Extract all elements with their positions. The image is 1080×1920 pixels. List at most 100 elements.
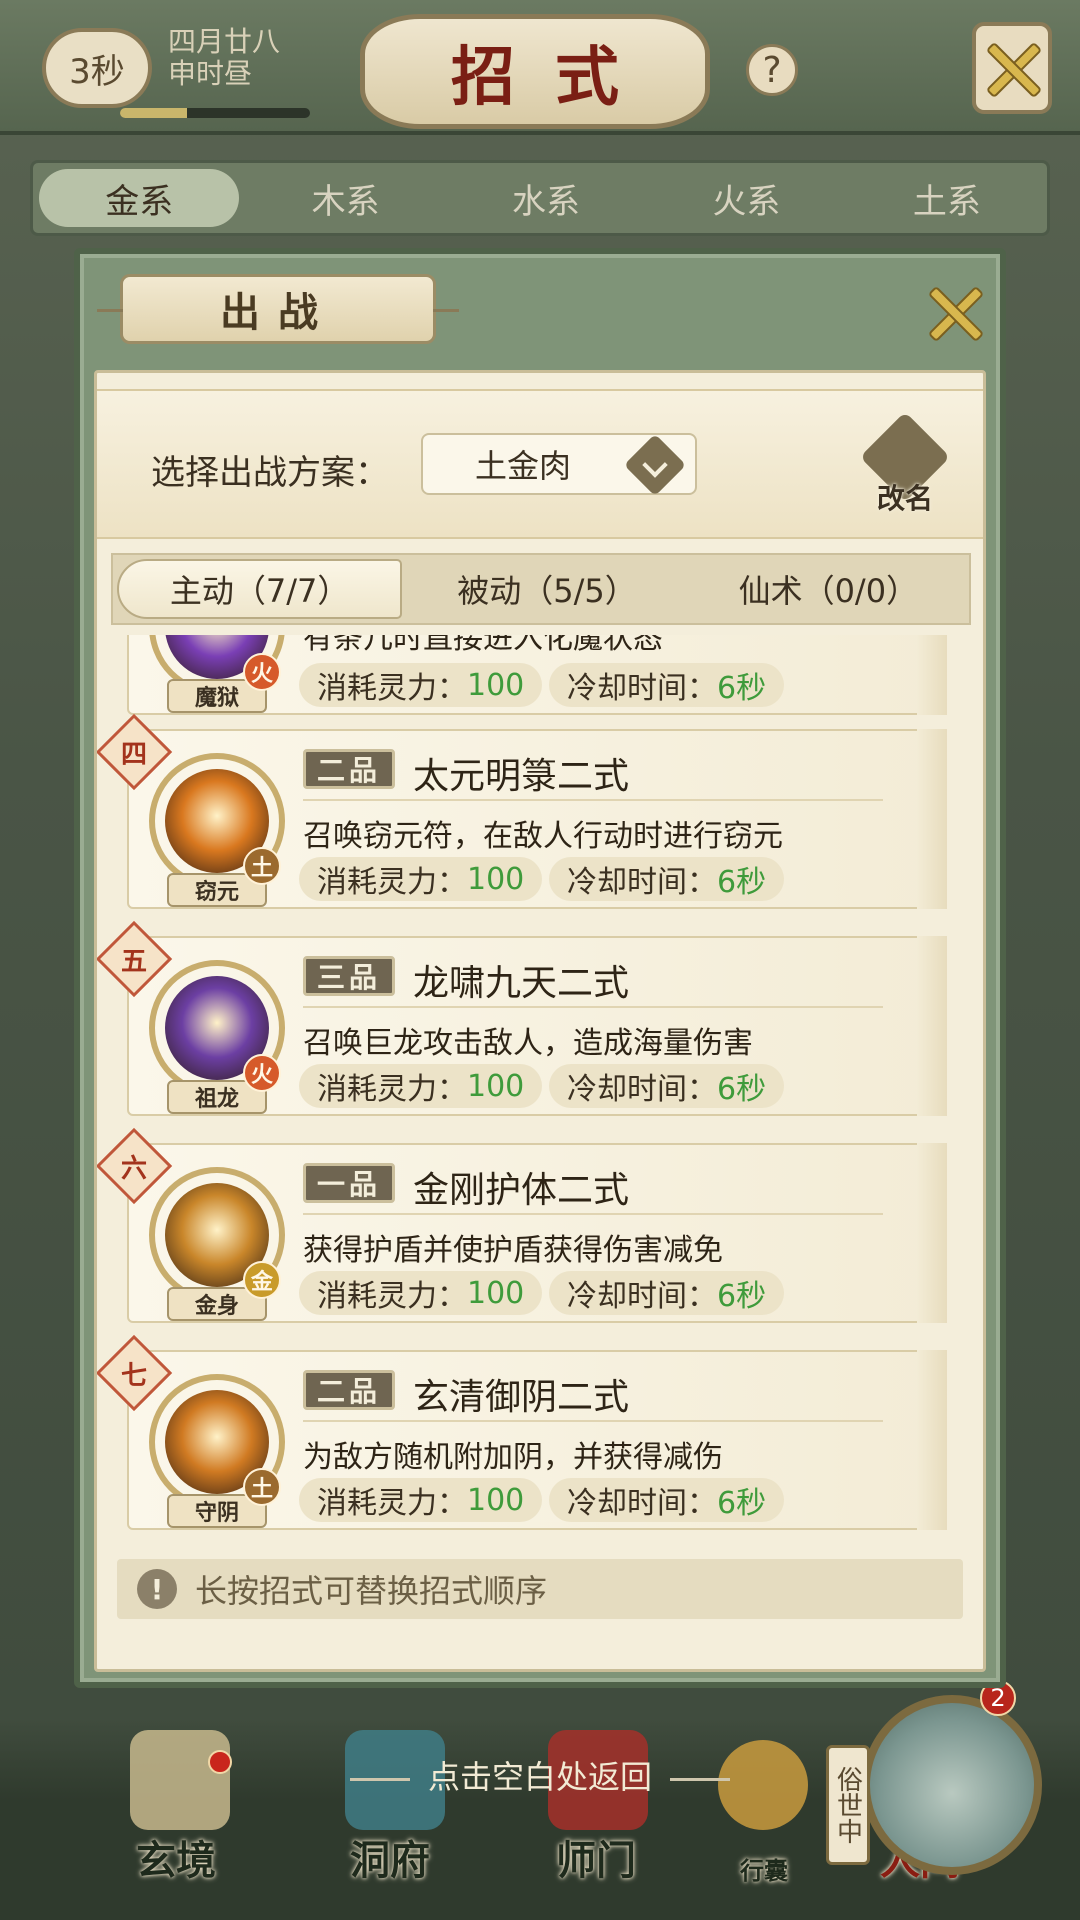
- cost-stat: 消耗灵力： 100: [299, 857, 543, 901]
- tab-fire[interactable]: 火系: [646, 163, 846, 233]
- mode-tabs: 主动（7/7） 被动（5/5） 仙术（0/0）: [111, 553, 971, 625]
- cost-value: 100: [467, 861, 525, 897]
- page-close-button[interactable]: [972, 22, 1052, 114]
- skill-description: 获得护盾并使护盾获得伤害减免: [303, 1233, 723, 1268]
- grade-tag: 二品: [303, 749, 395, 789]
- help-button[interactable]: ?: [746, 44, 798, 96]
- order-badge: 七: [97, 1334, 173, 1412]
- skill-card[interactable]: 五 祖龙 火 三品 龙啸九天二式 召唤巨龙攻击敌人，造成海量伤害 消耗灵力： 10…: [97, 920, 947, 1116]
- return-hint-text: 点击空白处返回: [427, 1758, 652, 1796]
- cooldown-value: 6秒: [717, 865, 767, 900]
- cooldown-label: 冷却时间：: [567, 671, 717, 706]
- divider-left: [349, 1777, 410, 1781]
- date-display: 四月廿八 申时昼: [168, 26, 280, 90]
- skill-card[interactable]: 魔狱 火 有条几时直接进入化魔状态 消耗灵力： 100 冷却时间： 6秒: [127, 635, 947, 715]
- deploy-dialog: 出战 选择出战方案： 土金肉 改名 主动（7/7） 被动（5/5） 仙术（0/0…: [74, 248, 1006, 1688]
- page-title: 招式: [360, 14, 710, 129]
- tab-wood[interactable]: 木系: [245, 163, 445, 233]
- cooldown-label: 冷却时间：: [567, 865, 717, 900]
- cost-stat: 消耗灵力： 100: [299, 1064, 543, 1108]
- cost-label: 消耗灵力：: [317, 865, 467, 900]
- element-badge: 土: [243, 847, 281, 885]
- hint-text: 长按招式可替换招式顺序: [195, 1572, 548, 1610]
- divider: [303, 1213, 883, 1215]
- timer-badge: 3秒: [42, 28, 152, 108]
- cooldown-stat: 冷却时间： 6秒: [549, 857, 785, 901]
- dialog-close-button[interactable]: [916, 274, 992, 350]
- skill-description: 有条几时直接进入化魔状态: [303, 635, 663, 656]
- close-icon: [984, 40, 1040, 96]
- info-icon: !: [137, 1569, 177, 1609]
- cost-stat: 消耗灵力： 100: [299, 1478, 543, 1522]
- scheme-bar: 选择出战方案： 土金肉 改名: [97, 389, 983, 539]
- divider: [303, 799, 883, 801]
- cooldown-label: 冷却时间：: [567, 1486, 717, 1521]
- order-number: 四: [120, 739, 147, 770]
- skill-card[interactable]: 四 窃元 土 二品 太元明箓二式 召唤窃元符，在敌人行动时进行窃元 消耗灵力： 1…: [97, 713, 947, 909]
- cost-label: 消耗灵力：: [317, 671, 467, 706]
- skill-name: 龙啸九天二式: [413, 963, 630, 1004]
- rename-label: 改名: [876, 482, 933, 515]
- scheme-selected-value: 土金肉: [475, 447, 572, 485]
- skill-description: 召唤窃元符，在敌人行动时进行窃元: [303, 819, 783, 854]
- cooldown-value: 6秒: [717, 1279, 767, 1314]
- skill-name: 太元明箓二式: [413, 756, 630, 797]
- skill-description: 召唤巨龙攻击敌人，造成海量伤害: [303, 1026, 753, 1061]
- rename-button[interactable]: 改名: [855, 411, 955, 517]
- cost-label: 消耗灵力：: [317, 1279, 467, 1314]
- cost-value: 100: [467, 667, 525, 703]
- cost-value: 100: [467, 1482, 525, 1518]
- tab-earth[interactable]: 土系: [847, 163, 1047, 233]
- cooldown-stat: 冷却时间： 6秒: [549, 1271, 785, 1315]
- cost-stat: 消耗灵力： 100: [299, 663, 543, 707]
- skill-card[interactable]: 六 金身 金 一品 金刚护体二式 获得护盾并使护盾获得伤害减免 消耗灵力： 100…: [97, 1127, 947, 1323]
- cost-value: 100: [467, 1275, 525, 1311]
- order-badge: 五: [97, 920, 173, 998]
- order-number: 五: [120, 946, 147, 977]
- return-hint[interactable]: 点击空白处返回: [0, 1752, 1080, 1798]
- chevron-down-icon: [623, 433, 687, 497]
- grade-tag: 二品: [303, 1370, 395, 1410]
- element-badge: 火: [243, 653, 281, 691]
- cost-label: 消耗灵力：: [317, 1072, 467, 1107]
- order-number: 六: [120, 1153, 147, 1184]
- divider: [303, 1420, 883, 1422]
- cooldown-stat: 冷却时间： 6秒: [549, 1064, 785, 1108]
- divider-right: [670, 1777, 730, 1781]
- tab-passive-skills[interactable]: 被动（5/5）: [406, 555, 687, 623]
- cost-stat: 消耗灵力： 100: [299, 1271, 543, 1315]
- skill-card[interactable]: 七 守阴 土 二品 玄清御阴二式 为敌方随机附加阴，并获得减伤 消耗灵力： 100…: [97, 1334, 947, 1530]
- skill-description: 为敌方随机附加阴，并获得减伤: [303, 1440, 723, 1475]
- nav-xuanjing[interactable]: 玄境: [136, 1828, 216, 1886]
- scheme-dropdown[interactable]: 土金肉: [421, 433, 697, 497]
- cooldown-value: 6秒: [717, 671, 767, 706]
- cost-value: 100: [467, 1068, 525, 1104]
- divider: [303, 1006, 883, 1008]
- date-line-2: 申时昼: [168, 57, 253, 90]
- skill-list[interactable]: 魔狱 火 有条几时直接进入化魔状态 消耗灵力： 100 冷却时间： 6秒 四 窃元 …: [97, 635, 983, 1549]
- nav-xingnang[interactable]: 行囊: [740, 1851, 788, 1886]
- tab-immortal-arts[interactable]: 仙术（0/0）: [688, 555, 969, 623]
- close-icon: [926, 284, 982, 340]
- order-badge: 六: [97, 1127, 173, 1205]
- cooldown-label: 冷却时间：: [567, 1072, 717, 1107]
- skill-name: 玄清御阴二式: [413, 1377, 630, 1418]
- grade-tag: 一品: [303, 1163, 395, 1203]
- nav-shimen[interactable]: 师门: [556, 1828, 636, 1886]
- tab-metal[interactable]: 金系: [39, 169, 240, 227]
- tab-water[interactable]: 水系: [446, 163, 646, 233]
- cost-label: 消耗灵力：: [317, 1486, 467, 1521]
- date-line-1: 四月廿八: [168, 25, 281, 58]
- element-badge: 土: [243, 1468, 281, 1506]
- cooldown-label: 冷却时间：: [567, 1279, 717, 1314]
- cooldown-value: 6秒: [717, 1072, 767, 1107]
- day-progress-bar: [120, 108, 310, 118]
- element-tabs: 金系 木系 水系 火系 土系: [30, 160, 1050, 236]
- dialog-body: 选择出战方案： 土金肉 改名 主动（7/7） 被动（5/5） 仙术（0/0） 魔…: [94, 370, 986, 1672]
- cooldown-stat: 冷却时间： 6秒: [549, 663, 785, 707]
- cooldown-stat: 冷却时间： 6秒: [549, 1478, 785, 1522]
- tab-active-skills[interactable]: 主动（7/7）: [117, 559, 403, 619]
- order-badge: 四: [97, 713, 173, 791]
- skill-name: 金刚护体二式: [413, 1170, 630, 1211]
- nav-dongfu[interactable]: 洞府: [350, 1828, 430, 1886]
